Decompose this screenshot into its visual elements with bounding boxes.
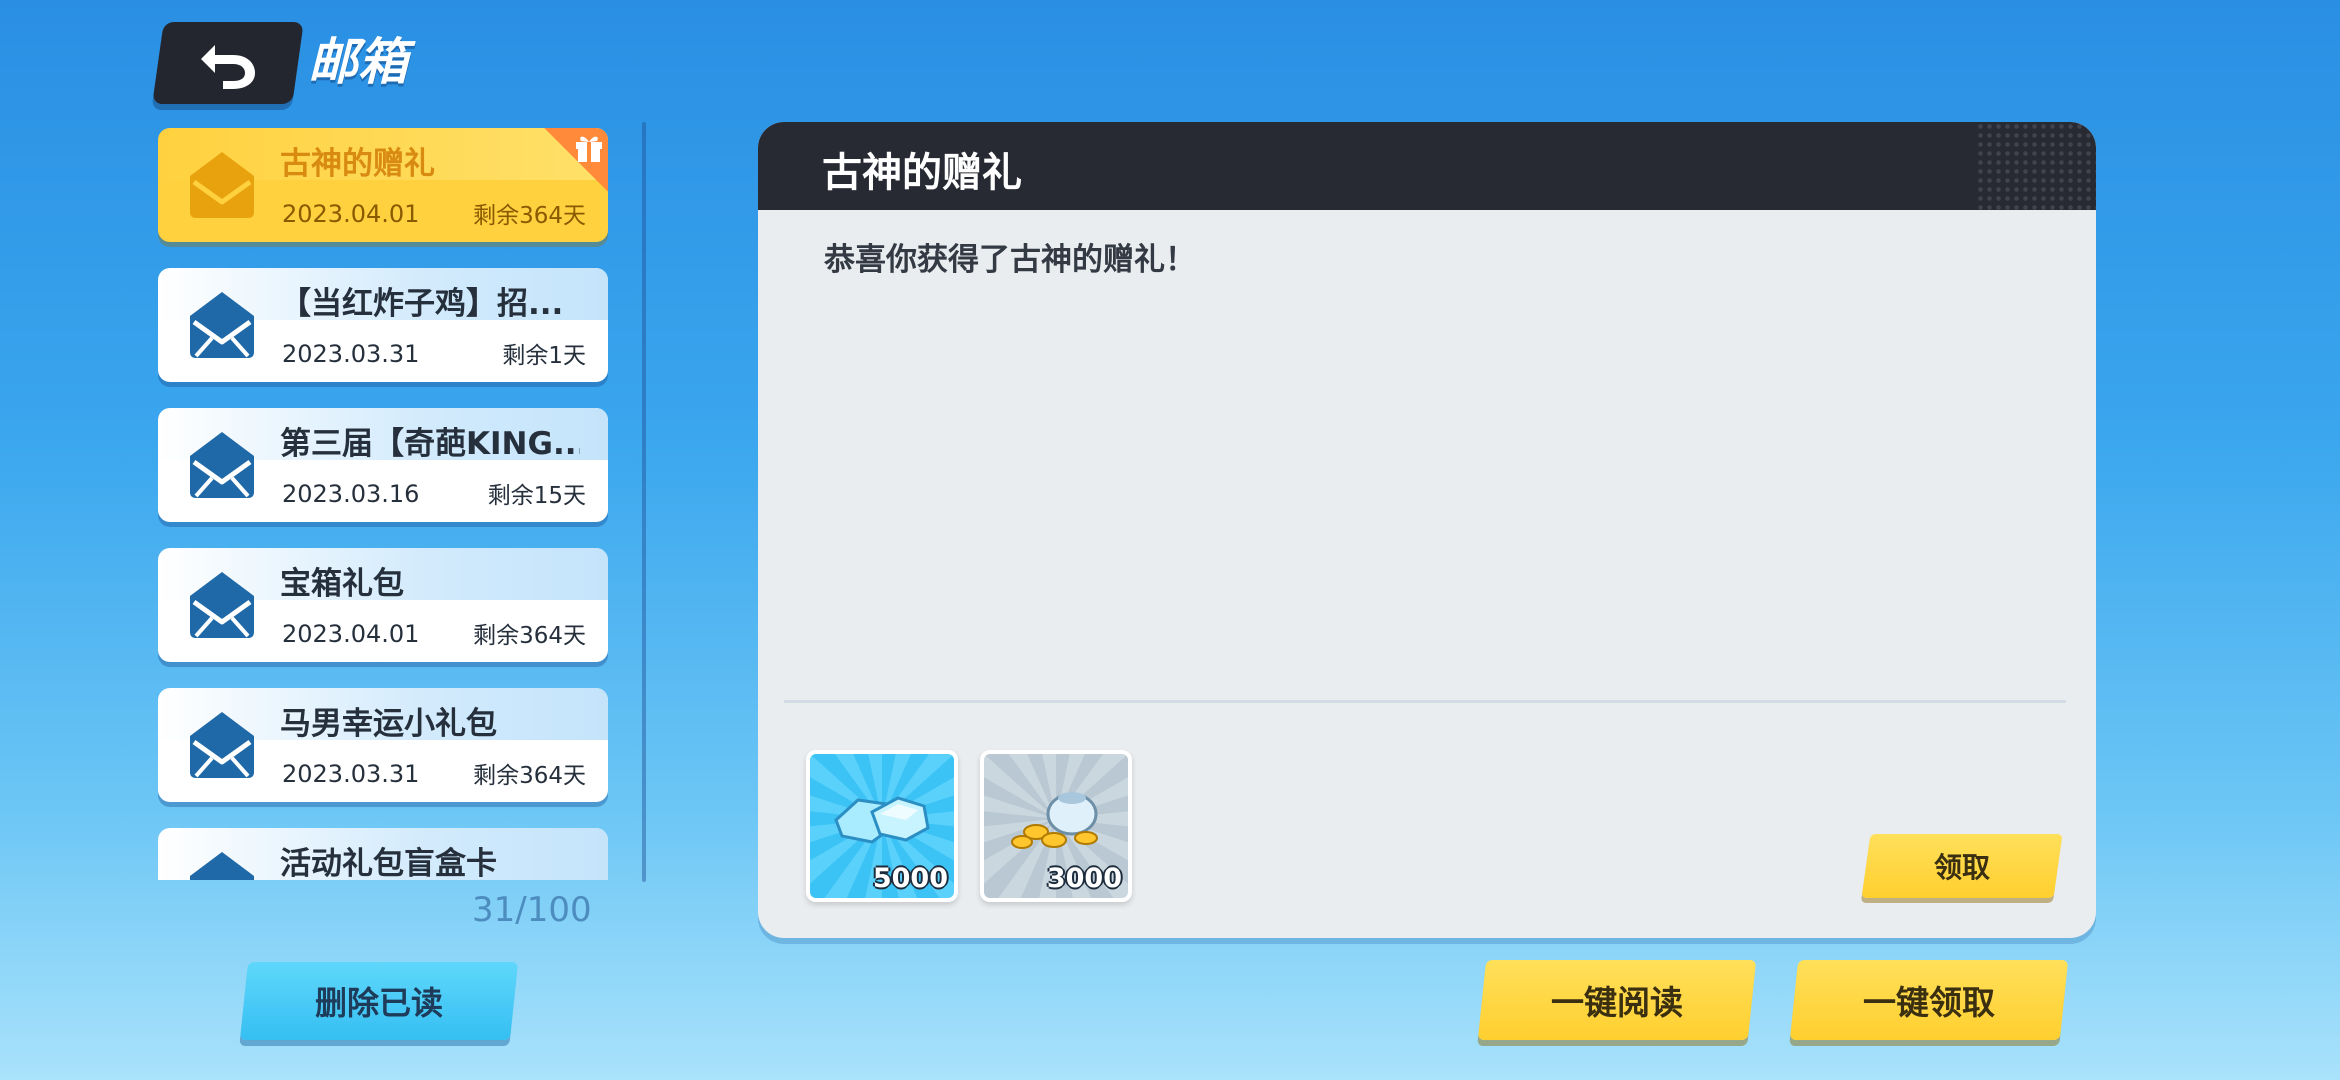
reward-item-coins[interactable]: 3000 [980, 750, 1132, 902]
envelope-icon [190, 432, 254, 498]
mail-item[interactable]: 活动礼包盲盒卡 [158, 828, 608, 880]
mail-remaining-days: 剩余364天 [473, 623, 586, 649]
mail-title: 第三届【奇葩KING... [280, 426, 580, 462]
claim-all-button[interactable]: 一键领取 [1789, 960, 2069, 1040]
mail-title: 马男幸运小礼包 [280, 706, 497, 742]
detail-header: 古神的赠礼 [758, 122, 2096, 210]
envelope-icon [190, 292, 254, 358]
mail-title: 【当红炸子鸡】招... [280, 286, 564, 322]
reward-item-diamond[interactable]: 5000 [806, 750, 958, 902]
claim-label: 领取 [1933, 851, 1990, 884]
gift-icon [576, 136, 602, 162]
gift-badge [544, 128, 608, 192]
detail-separator [784, 700, 2066, 703]
delete-read-button[interactable]: 删除已读 [239, 962, 519, 1040]
claim-button[interactable]: 领取 [1861, 834, 2063, 898]
back-button[interactable] [152, 22, 304, 104]
mail-item[interactable]: 宝箱礼包 2023.04.01 剩余364天 [158, 548, 608, 662]
envelope-icon [190, 852, 254, 880]
envelope-icon [190, 572, 254, 638]
mail-date: 2023.03.16 [282, 480, 420, 508]
mail-title: 宝箱礼包 [280, 566, 404, 602]
mail-date: 2023.04.01 [282, 200, 420, 228]
mail-item[interactable]: 第三届【奇葩KING... 2023.03.16 剩余15天 [158, 408, 608, 522]
mail-remaining-days: 剩余364天 [473, 763, 586, 789]
mail-item[interactable]: 【当红炸子鸡】招... 2023.03.31 剩余1天 [158, 268, 608, 382]
mail-list[interactable]: 古神的赠礼 2023.04.01 剩余364天 【当红炸子鸡】招... 2023… [158, 124, 610, 880]
read-all-label: 一键阅读 [1551, 983, 1683, 1022]
coin-bag-icon [1011, 792, 1098, 849]
detail-body-text: 恭喜你获得了古神的赠礼！ [824, 242, 1196, 278]
reward-quantity: 5000 [872, 863, 948, 894]
claim-all-label: 一键领取 [1863, 983, 1995, 1022]
page-title: 邮箱 [308, 33, 408, 91]
mail-item[interactable]: 马男幸运小礼包 2023.03.31 剩余364天 [158, 688, 608, 802]
mail-date: 2023.04.01 [282, 620, 420, 648]
mail-count: 31/100 [472, 890, 592, 930]
reward-quantity: 3000 [1046, 863, 1122, 894]
read-all-button[interactable]: 一键阅读 [1477, 960, 1757, 1040]
back-arrow-icon [201, 45, 255, 89]
envelope-open-icon [190, 152, 254, 218]
mail-date: 2023.03.31 [282, 340, 420, 368]
mail-remaining-days: 剩余1天 [502, 343, 586, 369]
mail-title: 古神的赠礼 [280, 146, 435, 182]
diamond-icon [834, 796, 930, 844]
mail-item-selected[interactable]: 古神的赠礼 2023.04.01 剩余364天 [158, 128, 608, 242]
mail-date: 2023.03.31 [282, 760, 420, 788]
envelope-icon [190, 712, 254, 778]
mail-title: 活动礼包盲盒卡 [280, 846, 497, 880]
list-divider [642, 122, 646, 882]
detail-title: 古神的赠礼 [822, 150, 1022, 196]
mail-remaining-days: 剩余15天 [487, 483, 586, 509]
mail-detail-panel: 古神的赠礼 恭喜你获得了古神的赠礼！ 5000 3000 领取 [758, 122, 2096, 938]
mail-remaining-days: 剩余364天 [473, 203, 586, 229]
header-dot-pattern [1976, 122, 2096, 210]
delete-read-label: 删除已读 [314, 984, 443, 1022]
